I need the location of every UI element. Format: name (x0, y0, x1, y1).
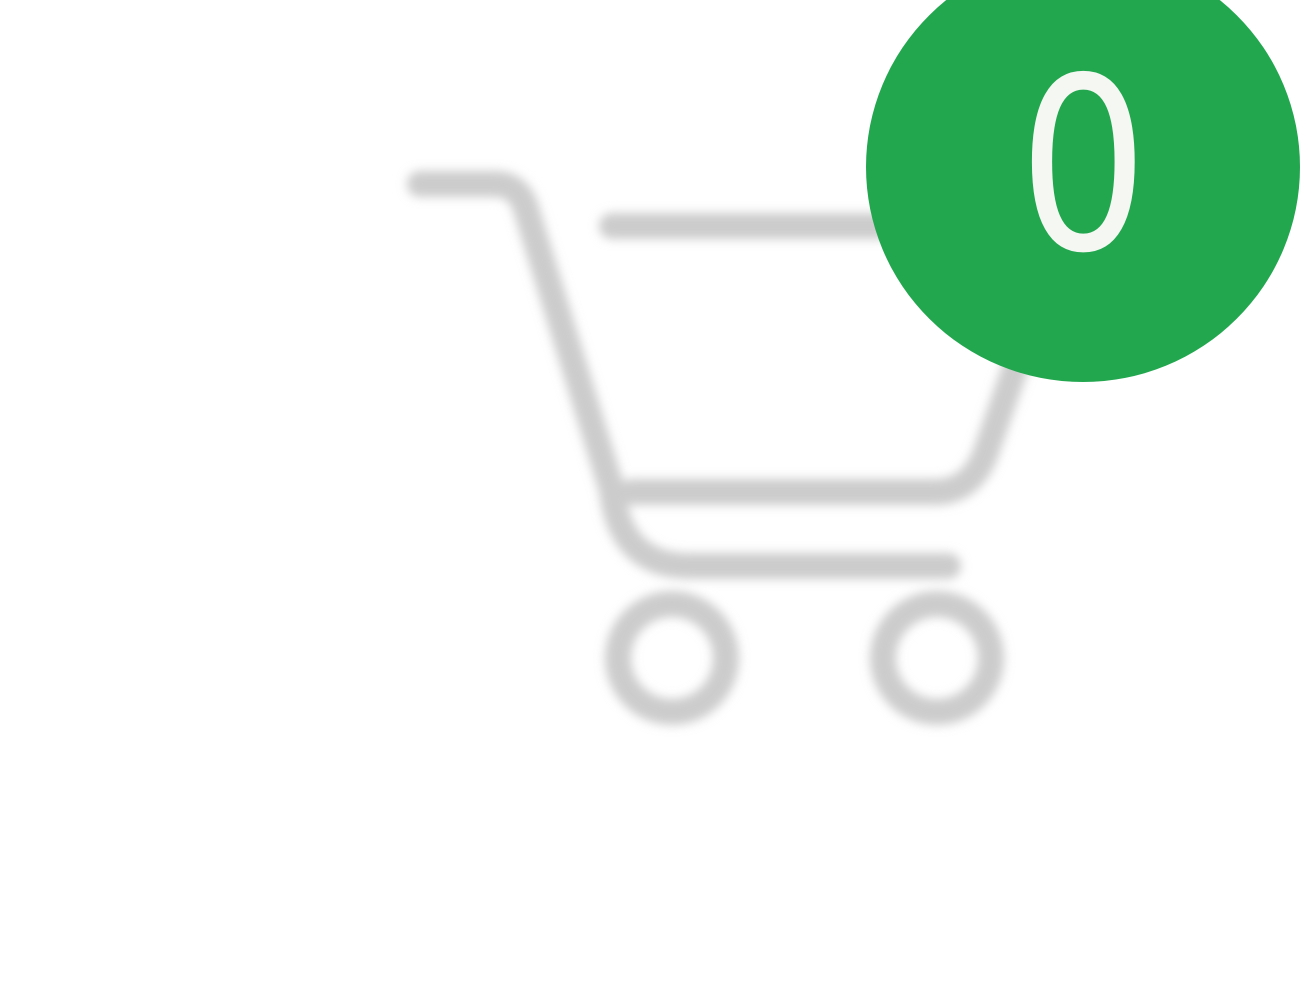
cart-count: 0 (1018, 26, 1148, 306)
cart-widget: 0 (0, 0, 1300, 1000)
